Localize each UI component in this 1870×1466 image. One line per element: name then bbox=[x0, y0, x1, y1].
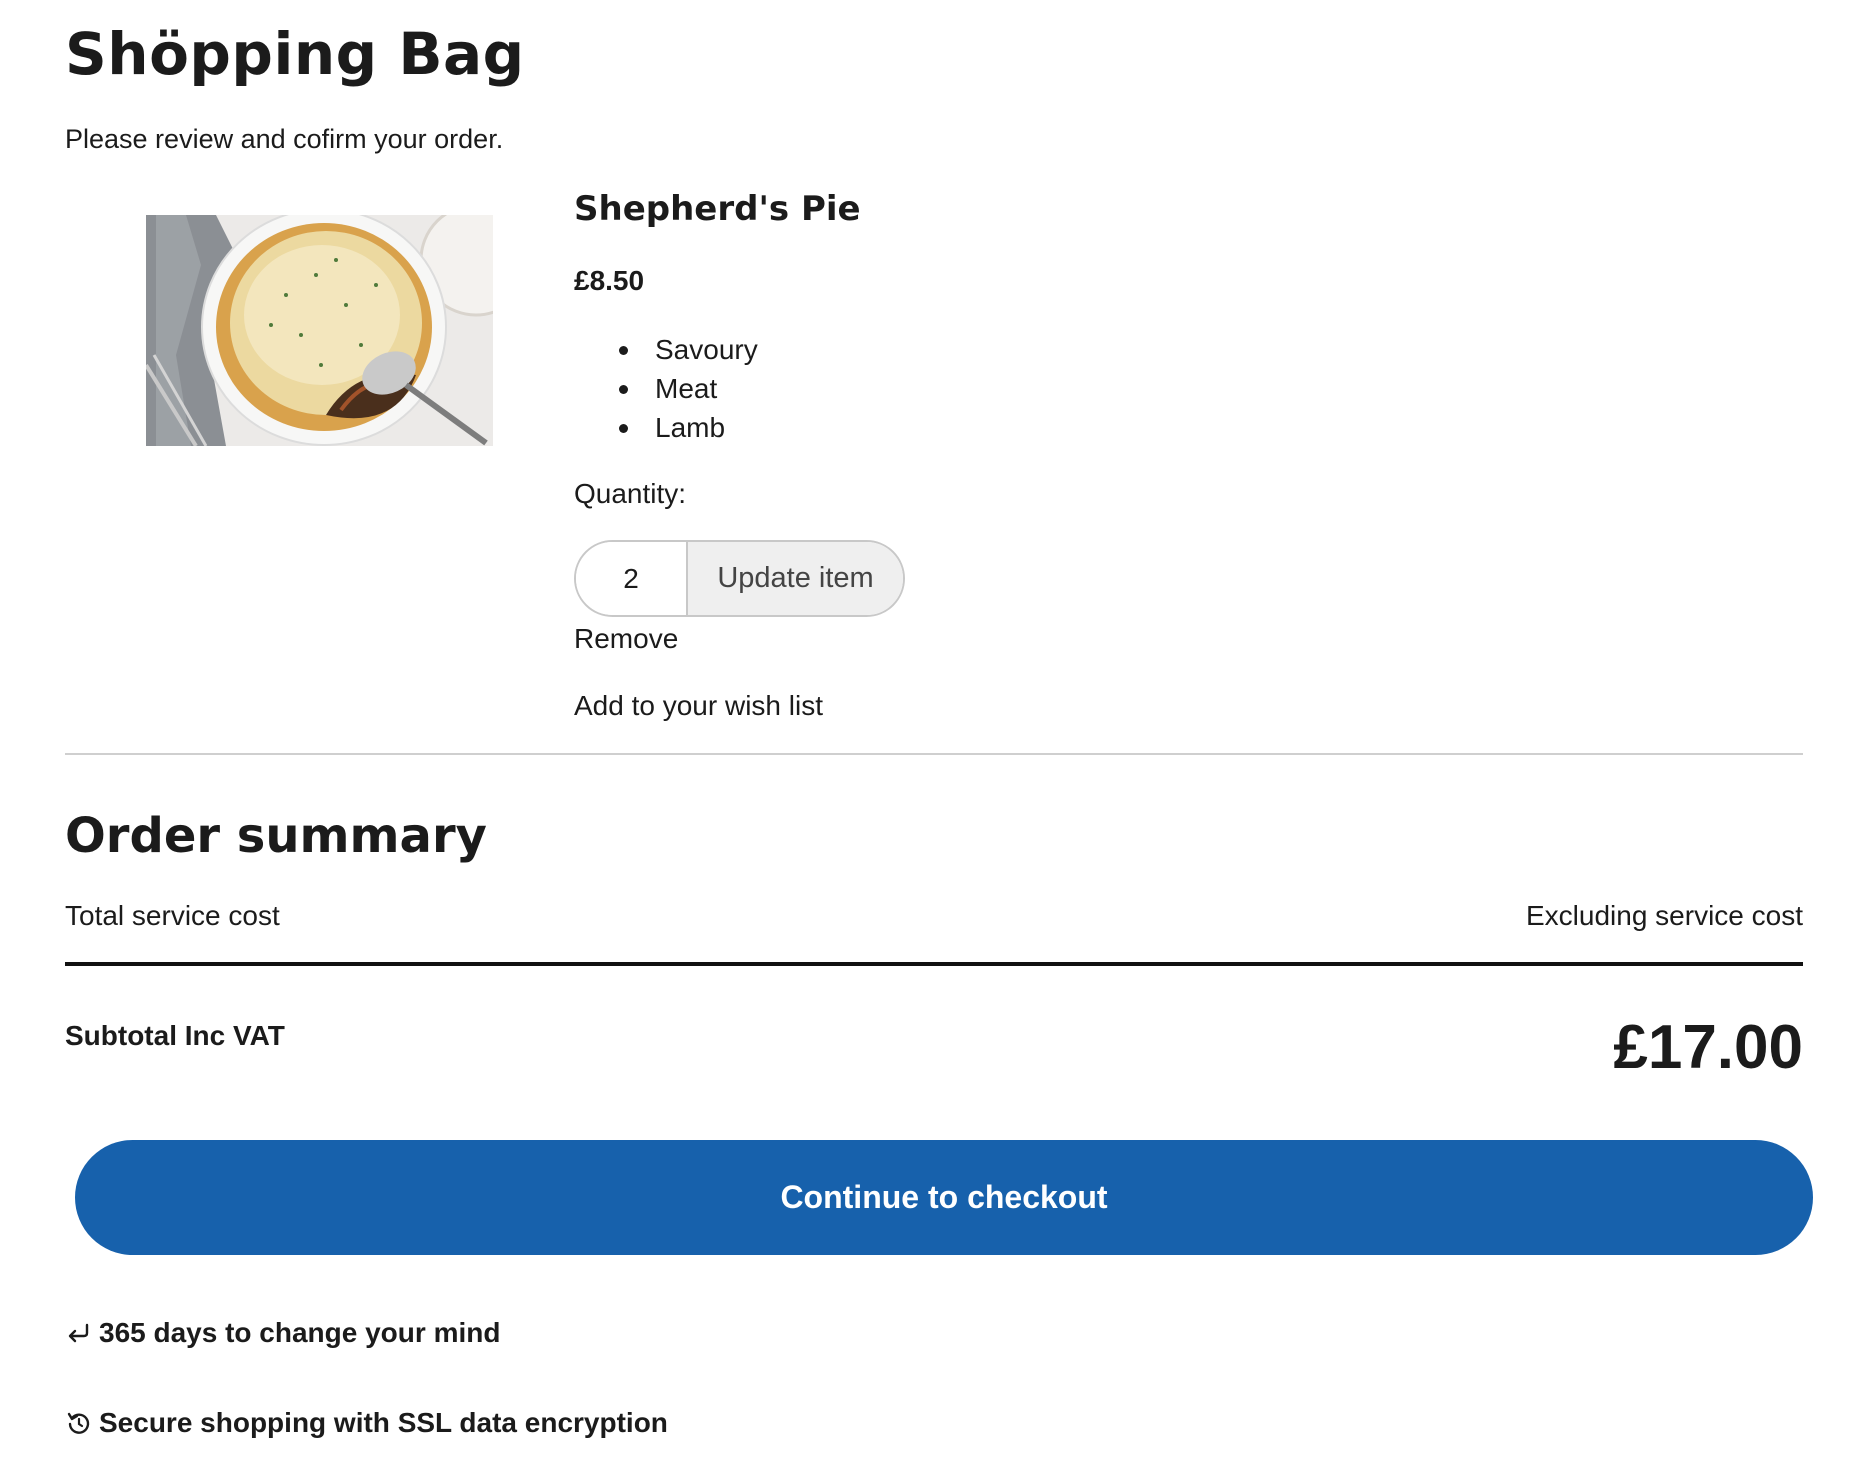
subtotal-label: Subtotal Inc VAT bbox=[65, 1020, 285, 1051]
product-tag: Meat bbox=[619, 369, 758, 408]
shepherds-pie-photo-icon bbox=[146, 215, 493, 446]
add-to-wishlist-link[interactable]: Add to your wish list bbox=[574, 690, 823, 722]
total-service-cost-label: Total service cost bbox=[65, 900, 280, 931]
remove-link[interactable]: Remove bbox=[574, 623, 678, 655]
continue-to-checkout-button[interactable]: Continue to checkout bbox=[75, 1140, 1813, 1255]
product-tag: Lamb bbox=[619, 408, 758, 447]
quantity-input[interactable] bbox=[576, 542, 688, 615]
shopping-bag-page: Shöpping Bag Please review and cofirm yo… bbox=[65, 0, 1813, 1466]
product-price: £8.50 bbox=[574, 265, 645, 296]
order-summary-title: Order summary bbox=[65, 808, 487, 864]
refresh-lock-icon bbox=[65, 1409, 93, 1437]
page-subtitle: Please review and cofirm your order. bbox=[65, 124, 504, 154]
quantity-label: Quantity: bbox=[574, 478, 687, 509]
assurance-security: Secure shopping with SSL data encryption bbox=[65, 1407, 668, 1439]
summary-divider bbox=[65, 962, 1803, 966]
subtotal-value: £17.00 bbox=[1613, 1013, 1803, 1082]
product-tag: Savoury bbox=[619, 330, 758, 369]
excluding-service-cost-label: Excluding service cost bbox=[1525, 900, 1803, 931]
product-image[interactable] bbox=[146, 215, 493, 446]
section-divider bbox=[65, 753, 1803, 755]
page-title: Shöpping Bag bbox=[65, 20, 525, 88]
quantity-control: Update item bbox=[574, 540, 905, 617]
return-arrow-icon bbox=[65, 1319, 93, 1347]
assurance-returns: 365 days to change your mind bbox=[65, 1317, 500, 1349]
update-item-button[interactable]: Update item bbox=[688, 542, 903, 615]
assurance-text: Secure shopping with SSL data encryption bbox=[99, 1407, 668, 1438]
product-tags: Savoury Meat Lamb bbox=[619, 330, 758, 447]
product-name[interactable]: Shepherd's Pie bbox=[574, 189, 861, 229]
assurance-text: 365 days to change your mind bbox=[99, 1317, 501, 1348]
